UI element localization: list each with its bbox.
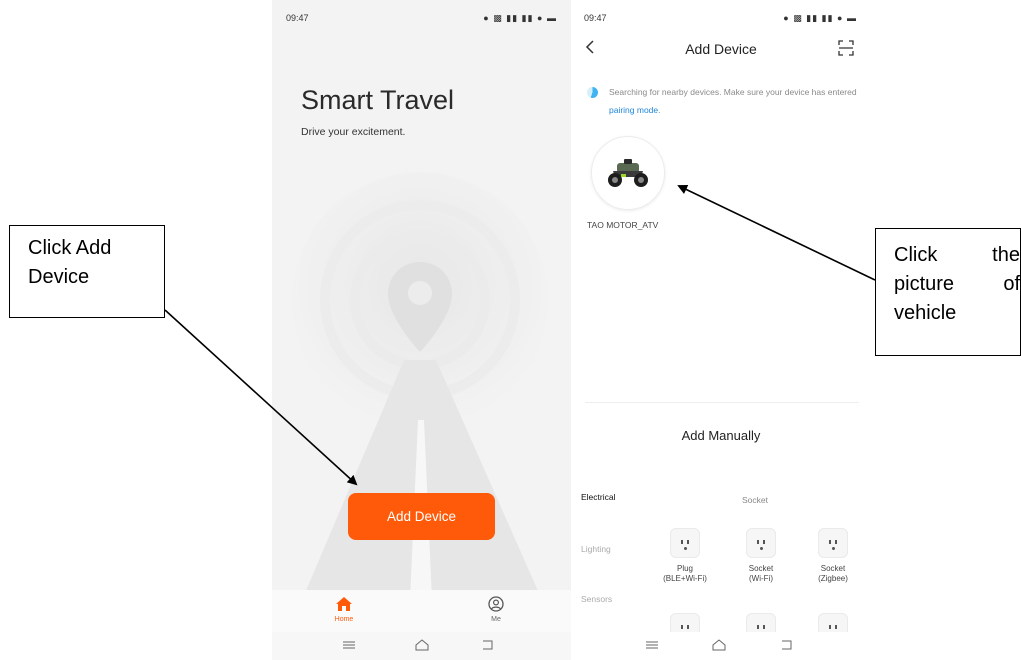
app-subtitle: Drive your excitement. [301,126,406,138]
tab-me[interactable]: Me [466,596,526,623]
phone-screen-home: 09:47 ● ▩ ▮▮ ▮▮ ● ▬ Smart Travel Drive y… [272,0,571,660]
searching-spinner-icon [587,87,598,98]
menu-icon[interactable] [645,638,659,652]
bottom-tab-bar: Home Me [272,590,571,632]
status-icons: ● ▩ ▮▮ ▮▮ ● ▬ [483,13,557,23]
user-icon [488,596,504,612]
menu-icon[interactable] [342,638,356,652]
product-variant: (Wi-Fi) [749,574,773,583]
home-icon [336,597,352,611]
category-lighting[interactable]: Lighting [581,544,611,554]
plug-socket-icon [818,528,848,558]
status-bar: 09:47 ● ▩ ▮▮ ▮▮ ● ▬ [571,10,871,28]
device-name: TAO MOTOR_ATV [587,220,659,230]
tab-home[interactable]: Home [314,596,374,623]
product-variant: (BLE+Wi-Fi) [663,574,707,583]
instruction-callout-vehicle: Click the picture of vehicle [875,228,1021,356]
home-nav-icon[interactable] [414,638,430,652]
pairing-mode-link[interactable]: pairing mode [609,105,658,115]
back-nav-icon[interactable] [779,638,795,652]
product-socket-wifi[interactable]: Socket (Wi-Fi) [728,528,794,584]
tab-me-label: Me [491,616,501,623]
page-title: Add Device [685,41,757,57]
search-status-text: Searching for nearby devices. Make sure … [587,83,857,119]
product-name: Plug [676,564,693,573]
search-status-suffix: . [658,105,661,115]
search-status-message: Searching for nearby devices. Make sure … [609,87,857,97]
add-device-button[interactable]: Add Device [348,493,495,540]
plug-socket-icon [670,528,700,558]
product-variant: (Zigbee) [818,574,848,583]
status-bar: 09:47 ● ▩ ▮▮ ▮▮ ● ▬ [272,10,571,28]
search-status: Searching for nearby devices. Make sure … [587,83,857,119]
status-time: 09:47 [286,13,309,23]
status-time: 09:47 [584,13,607,23]
home-nav-icon[interactable] [711,638,727,652]
category-sensors[interactable]: Sensors [581,594,612,604]
product-socket-zigbee[interactable]: Socket (Zigbee) [800,528,866,584]
app-title: Smart Travel [301,85,455,115]
system-nav-bar [571,632,871,660]
atv-vehicle-icon [608,159,648,187]
plug-socket-icon [746,528,776,558]
back-nav-icon[interactable] [480,638,496,652]
tab-home-label: Home [334,616,354,623]
category-electrical[interactable]: Electrical [581,492,615,502]
product-name: Socket [748,564,774,573]
product-name: Socket [820,564,846,573]
product-plug-ble-wifi[interactable]: Plug (BLE+Wi-Fi) [652,528,718,584]
instruction-callout-add-device: Click Add Device [9,225,165,318]
add-manually-title: Add Manually [681,428,761,443]
subcategory-socket-header: Socket [742,495,768,505]
scan-icon[interactable] [838,40,854,56]
status-icons: ● ▩ ▮▮ ▮▮ ● ▬ [783,13,857,23]
section-divider [585,402,859,403]
system-nav-bar [272,632,571,660]
device-tile-atv[interactable] [591,136,665,210]
phone-screen-add-device: 09:47 ● ▩ ▮▮ ▮▮ ● ▬ Add Device Searching… [571,0,871,660]
